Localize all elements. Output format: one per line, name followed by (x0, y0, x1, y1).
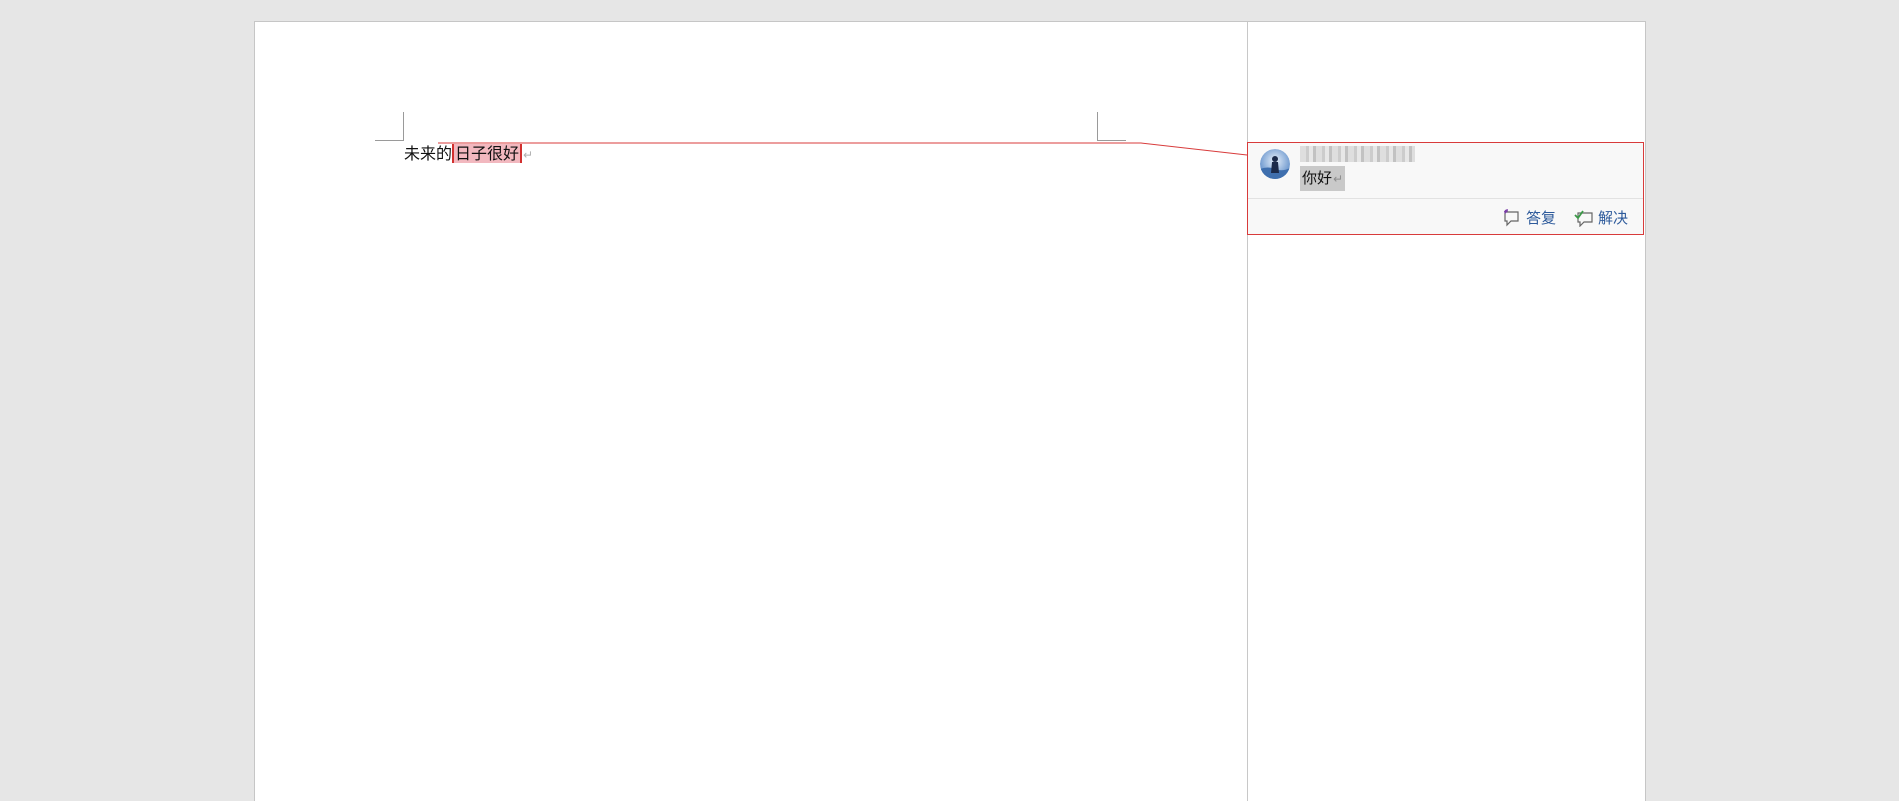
document-paragraph[interactable]: 未来的 日子很好 ↵ (404, 142, 533, 167)
comment-body[interactable]: 你好↵ (1248, 143, 1643, 199)
markup-pane (1247, 22, 1645, 801)
margin-corner-top-left (375, 112, 404, 141)
reply-icon (1502, 208, 1522, 227)
resolve-icon (1574, 209, 1594, 227)
user-avatar-icon (1260, 149, 1290, 179)
resolve-button[interactable]: 解决 (1574, 207, 1628, 228)
comment-balloon[interactable]: 你好↵ 答复 解决 (1247, 142, 1644, 235)
comment-text[interactable]: 你好↵ (1300, 166, 1346, 191)
comment-paragraph-mark: ↵ (1333, 172, 1344, 186)
margin-corner-top-right (1097, 112, 1126, 141)
comment-actions: 答复 解决 (1502, 207, 1628, 228)
paragraph-lead-text[interactable]: 未来的 (404, 144, 452, 163)
comment-text-content[interactable]: 你好 (1302, 169, 1332, 187)
commented-text-range[interactable]: 日子很好 (452, 144, 523, 163)
reply-button[interactable]: 答复 (1502, 207, 1556, 228)
document-page: 未来的 日子很好 ↵ 你好↵ 答复 解决 (254, 21, 1646, 801)
resolve-label: 解决 (1597, 209, 1628, 227)
paragraph-mark: ↵ (523, 148, 534, 162)
reply-label: 答复 (1525, 209, 1556, 227)
comment-author-redacted (1300, 146, 1415, 162)
document-area[interactable]: 未来的 日子很好 ↵ (255, 22, 1247, 801)
